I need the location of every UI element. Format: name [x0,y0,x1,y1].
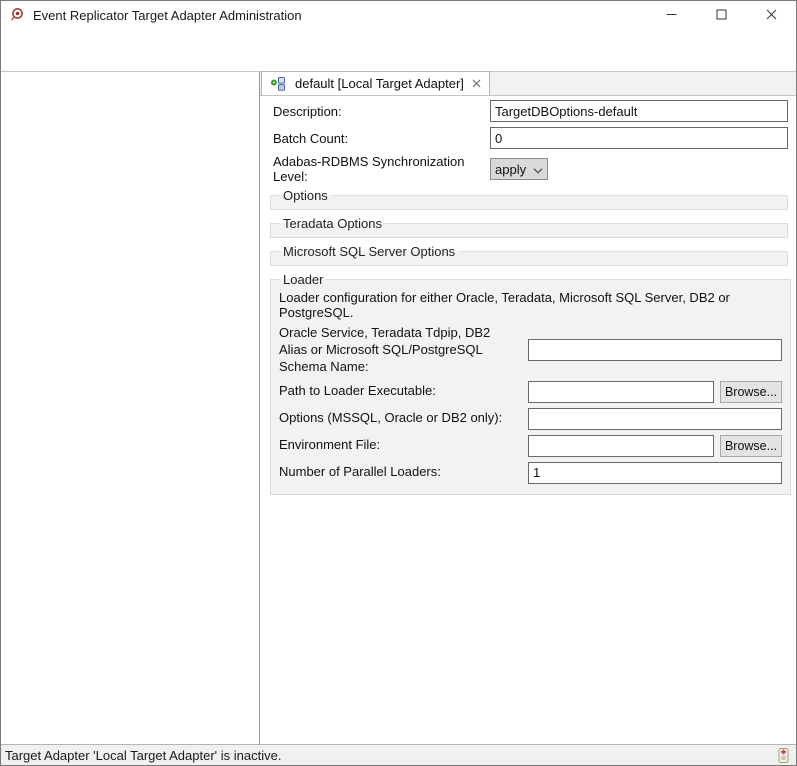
minimize-button[interactable] [646,1,696,29]
environment-file-label: Environment File: [279,437,520,454]
sync-level-value: apply [495,162,529,177]
loader-description: Loader configuration for either Oracle, … [279,290,782,320]
parallel-loaders-row: Number of Parallel Loaders: [279,462,782,484]
status-indicator-icon [777,747,790,764]
window-controls [646,1,796,29]
minimize-icon [666,8,677,23]
loader-group: Loader Loader configuration for either O… [270,272,791,495]
loader-options-input[interactable] [528,408,782,430]
sync-level-select[interactable]: apply [490,158,548,180]
title-bar: Event Replicator Target Adapter Administ… [1,1,796,29]
schema-name-input[interactable] [528,339,782,361]
teradata-options-group: Teradata Options [270,216,788,238]
schema-name-label: Oracle Service, Teradata Tdpip, DB2 Alia… [279,325,520,376]
loader-group-title: Loader [280,272,326,287]
replicator-app-icon [9,7,27,23]
editor-tab-bar: default [Local Target Adapter] [260,72,796,96]
parallel-loaders-input[interactable] [528,462,782,484]
batch-count-label: Batch Count: [273,131,490,146]
environment-file-input[interactable] [528,435,714,457]
toolbar [1,51,796,71]
editor-tab-label: default [Local Target Adapter] [295,76,464,91]
menu-bar [1,29,796,51]
options-group: Options [270,188,788,210]
environment-file-row: Environment File: Browse... [279,435,782,457]
window-title: Event Replicator Target Adapter Administ… [33,8,302,23]
description-label: Description: [273,104,490,119]
maximize-icon [716,8,727,23]
maximize-button[interactable] [696,1,746,29]
environment-file-browse-button[interactable]: Browse... [720,435,782,457]
status-text: Target Adapter 'Local Target Adapter' is… [5,748,281,763]
loader-path-label: Path to Loader Executable: [279,383,520,400]
teradata-group-title: Teradata Options [280,216,385,231]
sync-level-row: Adabas-RDBMS Synchronization Level: appl… [273,154,788,184]
main-area: default [Local Target Adapter] Descripti… [1,71,796,744]
loader-path-input[interactable] [528,381,714,403]
batch-count-row: Batch Count: [273,127,788,149]
mssql-group-title: Microsoft SQL Server Options [280,244,458,259]
sync-level-label: Adabas-RDBMS Synchronization Level: [273,154,490,184]
loader-path-row: Path to Loader Executable: Browse... [279,381,782,403]
parallel-loaders-label: Number of Parallel Loaders: [279,464,520,481]
view-controls [788,72,796,95]
navigation-tree [1,72,260,744]
editor-form: Description: Batch Count: Adabas-RDBMS S… [260,96,796,744]
editor-area: default [Local Target Adapter] Descripti… [260,72,796,744]
close-icon [766,8,777,23]
loader-path-browse-button[interactable]: Browse... [720,381,782,403]
tab-close-icon[interactable] [472,79,481,88]
loader-options-label: Options (MSSQL, Oracle or DB2 only): [279,410,520,427]
description-input[interactable] [490,100,788,122]
target-db-options-icon [270,76,286,92]
chevron-down-icon [533,162,543,177]
description-row: Description: [273,100,788,122]
editor-tab[interactable]: default [Local Target Adapter] [261,71,490,95]
mssql-options-group: Microsoft SQL Server Options [270,244,788,266]
close-button[interactable] [746,1,796,29]
schema-name-row: Oracle Service, Teradata Tdpip, DB2 Alia… [279,325,782,376]
status-bar: Target Adapter 'Local Target Adapter' is… [1,744,796,765]
options-group-title: Options [280,188,331,203]
batch-count-input[interactable] [490,127,788,149]
loader-options-row: Options (MSSQL, Oracle or DB2 only): [279,408,782,430]
app-window: Event Replicator Target Adapter Administ… [0,0,797,766]
